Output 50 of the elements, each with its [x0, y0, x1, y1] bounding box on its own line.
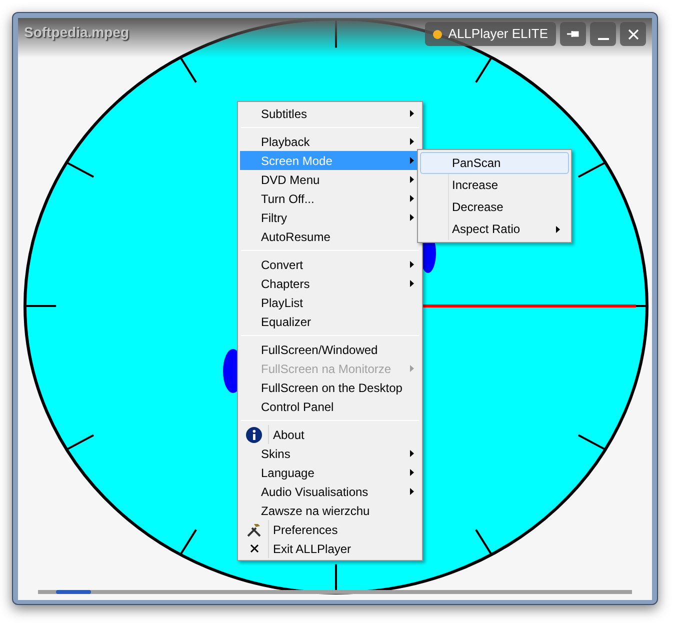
close-button[interactable] — [620, 22, 646, 46]
menu-item[interactable]: Subtitles — [240, 104, 420, 123]
menu-item[interactable]: Convert — [240, 255, 420, 274]
menu-item[interactable]: Preferences — [240, 520, 420, 539]
minimize-icon — [598, 38, 608, 40]
window-title: Softpedia.mpeg — [24, 23, 130, 42]
menu-item[interactable]: PlayList — [240, 293, 420, 312]
menu-item[interactable]: FullScreen/Windowed — [240, 340, 420, 359]
menu-item[interactable]: Playback — [240, 132, 420, 151]
app-badge[interactable]: ALLPlayer ELITE — [425, 22, 556, 46]
tools-icon — [246, 522, 262, 538]
close-icon — [628, 28, 638, 40]
menu-item[interactable]: About — [240, 425, 420, 444]
menu-item[interactable]: Filtry — [240, 208, 420, 227]
status-dot-icon — [433, 30, 442, 38]
submenu-item[interactable]: Increase — [420, 174, 569, 196]
menu-item[interactable]: Turn Off... — [240, 189, 420, 208]
submenu-arrow-icon — [410, 138, 414, 145]
submenu-arrow-icon — [410, 214, 414, 221]
submenu-item[interactable]: Decrease — [420, 196, 569, 218]
submenu-item[interactable]: PanScan — [420, 152, 569, 174]
menu-item[interactable]: Exit ALLPlayer — [240, 539, 420, 558]
submenu-arrow-icon — [410, 261, 414, 268]
submenu-arrow-icon — [410, 157, 414, 164]
submenu-arrow-icon — [556, 226, 560, 232]
menu-item[interactable]: Equalizer — [240, 312, 420, 331]
submenu-arrow-icon — [410, 365, 414, 372]
menu-item[interactable]: Chapters — [240, 274, 420, 293]
pin-icon — [567, 30, 579, 38]
pin-button[interactable] — [560, 22, 586, 46]
close-icon — [250, 544, 258, 553]
menu-item[interactable]: FullScreen on the Desktop — [240, 378, 420, 397]
submenu-item[interactable]: Aspect Ratio — [420, 218, 569, 240]
menu-item[interactable]: Zawsze na wierzchu — [240, 501, 420, 520]
menu-item[interactable]: Language — [240, 463, 420, 482]
info-icon — [246, 426, 262, 442]
submenu-arrow-icon — [410, 280, 414, 287]
submenu-arrow-icon — [410, 110, 414, 117]
menu-item[interactable]: DVD Menu — [240, 170, 420, 189]
submenu-arrow-icon — [410, 469, 414, 476]
seek-thumb[interactable] — [56, 590, 91, 594]
menu-item[interactable]: Control Panel — [240, 397, 420, 416]
menu-item[interactable]: AutoResume — [240, 227, 420, 246]
submenu-arrow-icon — [410, 450, 414, 457]
menu-item[interactable]: Skins — [240, 444, 420, 463]
minimize-button[interactable] — [590, 22, 616, 46]
menu-item[interactable]: Audio Visualisations — [240, 482, 420, 501]
submenu-arrow-icon — [410, 488, 414, 495]
submenu-arrow-icon — [410, 176, 414, 183]
submenu-arrow-icon — [410, 195, 414, 202]
